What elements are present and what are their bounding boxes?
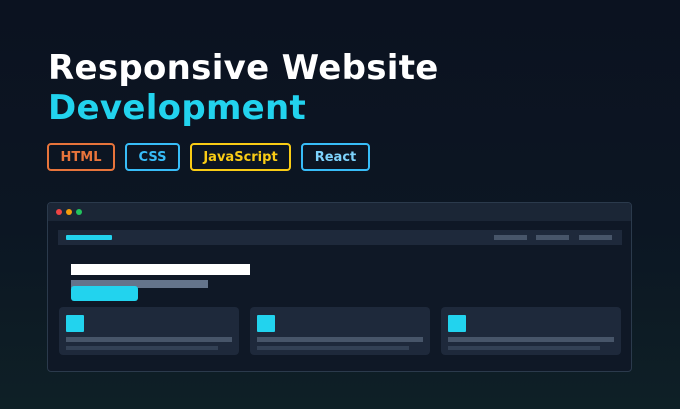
maximize-dot-icon (76, 209, 82, 215)
mock-card-text (66, 346, 218, 350)
mock-nav-link (494, 235, 527, 240)
mock-card-text (448, 337, 614, 342)
mock-card-icon (257, 315, 275, 332)
browser-title-bar (48, 203, 631, 221)
mock-card-text (448, 346, 600, 350)
mock-hero-button (71, 286, 138, 301)
tech-tags: HTML CSS JavaScript React (47, 143, 370, 171)
mock-card-icon (66, 315, 84, 332)
tag-html: HTML (47, 143, 115, 171)
mock-browser-window (47, 202, 632, 372)
mock-card-text (66, 337, 232, 342)
tag-react: React (301, 143, 370, 171)
minimize-dot-icon (66, 209, 72, 215)
title-line-1: Responsive Website (48, 48, 439, 88)
mock-card-text (257, 337, 423, 342)
mock-logo (66, 235, 112, 240)
tag-css: CSS (125, 143, 180, 171)
mock-card (59, 307, 239, 355)
tag-javascript: JavaScript (190, 143, 291, 171)
mock-navbar (58, 230, 622, 245)
mock-card (250, 307, 430, 355)
mock-card-icon (448, 315, 466, 332)
mock-nav-link (579, 235, 612, 240)
title-line-2: Development (48, 88, 307, 128)
mock-nav-link (536, 235, 569, 240)
close-dot-icon (56, 209, 62, 215)
mock-card-text (257, 346, 409, 350)
page-title: Responsive Website Development (48, 48, 439, 128)
mock-hero-title (71, 264, 250, 275)
mock-card (441, 307, 621, 355)
